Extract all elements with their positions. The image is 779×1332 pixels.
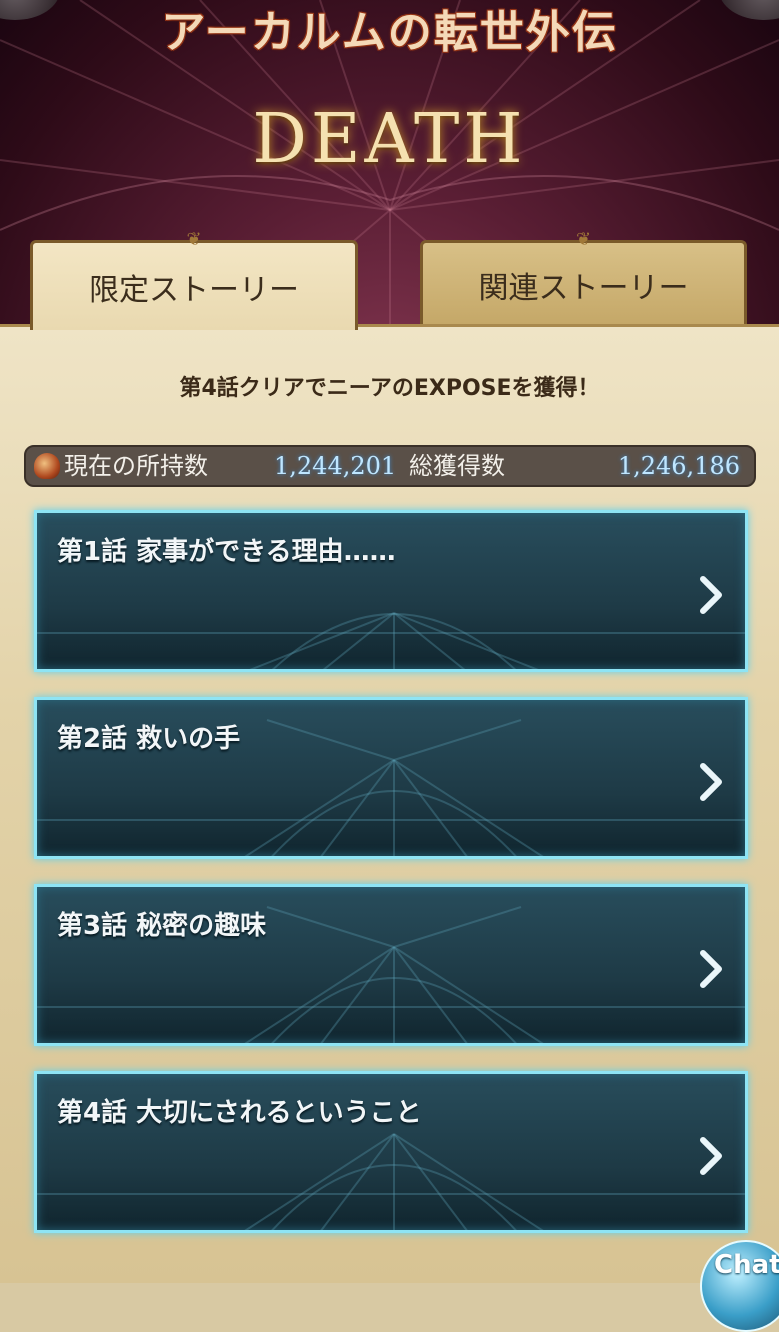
episode-button-2[interactable]: 第2話 救いの手 (34, 697, 748, 859)
episode-button-1[interactable]: 第1話 家事ができる理由…… (34, 510, 748, 672)
episode-title: 第2話 救いの手 (57, 724, 241, 754)
current-count-label: 現在の所持数 (64, 452, 208, 480)
tab-related-story[interactable]: ❦ 関連ストーリー (420, 231, 747, 324)
death-logo: DEATH (252, 100, 527, 179)
tab-ornament-icon: ❦ (186, 229, 202, 250)
tab-limited-story[interactable]: ❦ 限定ストーリー (30, 231, 358, 330)
episode-title: 第4話 大切にされるということ (57, 1098, 422, 1128)
reward-info-text: 第4話クリアでニーアのEXPOSEを獲得！ (179, 376, 600, 401)
chevron-right-icon (700, 950, 722, 988)
chevron-right-icon (700, 576, 722, 614)
event-title: アーカルムの転世外伝 (161, 7, 618, 58)
episode-title: 第1話 家事ができる理由…… (57, 537, 396, 567)
episode-button-4[interactable]: 第4話 大切にされるということ (34, 1071, 748, 1233)
episode-title: 第3話 秘密の趣味 (57, 911, 267, 941)
total-count-label: 総獲得数 (409, 452, 505, 480)
count-bar: 現在の所持数 1,244,201 総獲得数 1,246,186 (24, 445, 756, 487)
tab-label: 限定ストーリー (89, 273, 299, 308)
chat-button[interactable]: Chat (700, 1240, 779, 1332)
chevron-right-icon (700, 1137, 722, 1175)
episode-button-3[interactable]: 第3話 秘密の趣味 (34, 884, 748, 1046)
chevron-right-icon (700, 763, 722, 801)
tab-label: 関連ストーリー (478, 271, 689, 306)
total-count-value: 1,246,186 (617, 452, 740, 480)
tab-ornament-icon: ❦ (575, 229, 592, 250)
current-count-value: 1,244,201 (274, 452, 397, 480)
gem-icon (34, 453, 60, 479)
